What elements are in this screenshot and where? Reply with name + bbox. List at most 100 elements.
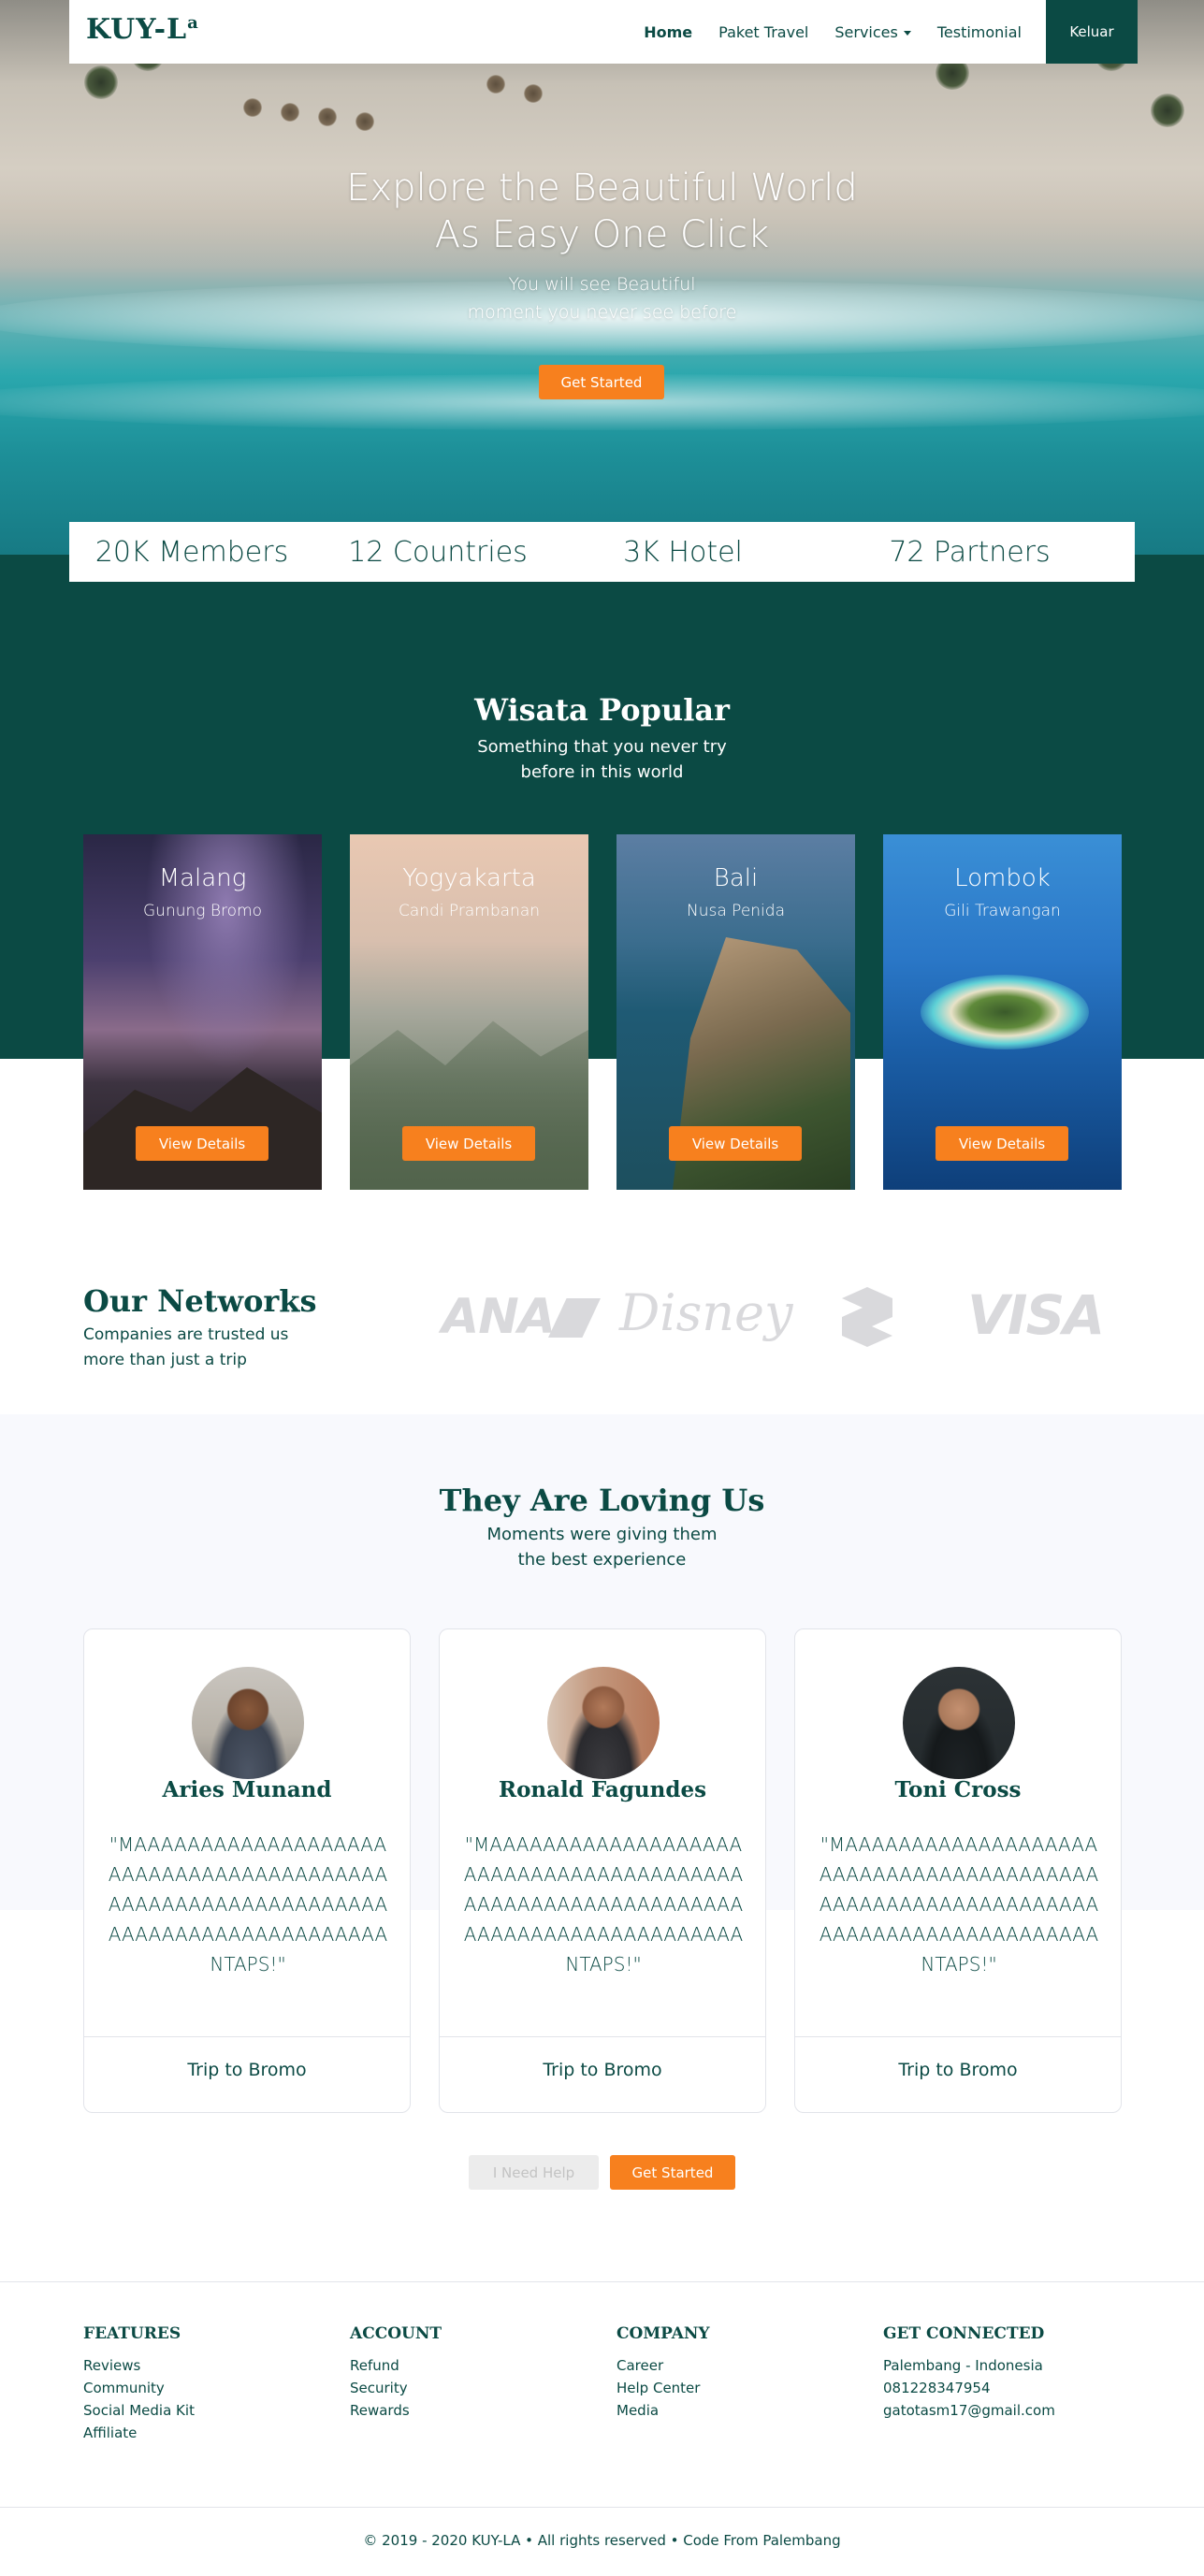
footer-column-company: COMPANY Career Help Center Media [617,2324,710,2422]
avatar [903,1667,1015,1779]
card-place: Gili Trawangan [944,902,1061,920]
testimonial-name: Aries Munand [162,1777,332,1802]
view-details-button[interactable]: View Details [669,1126,802,1161]
card-place: Candi Prambanan [398,902,541,920]
travel-card-lombok[interactable]: Lombok Gili Trawangan View Details [883,834,1122,1190]
testimonial-quote: "MAAAAAAAAAAAAAAAAAAAAAAAAAAAAAAAAAAAAAA… [463,1833,744,1975]
umbrella-decoration [318,108,337,126]
stat-partners: 72 Partners [889,535,1051,569]
footer-link[interactable]: Career [617,2354,710,2377]
card-city: Malang [158,864,247,892]
testimonial-quote: "MAAAAAAAAAAAAAAAAAAAAAAAAAAAAAAAAAAAAAA… [819,1833,1099,1975]
testimonial-name: Ronald Fagundes [498,1777,707,1802]
view-details-button[interactable]: View Details [936,1126,1068,1161]
card-place: Gunung Bromo [143,902,262,920]
avatar [192,1667,304,1779]
footer-link[interactable]: Security [350,2377,442,2399]
view-details-button[interactable]: View Details [402,1126,535,1161]
footer-column-title: COMPANY [617,2324,710,2343]
umbrella-decoration [281,103,299,122]
umbrella-decoration [524,84,543,103]
footer-link[interactable]: Media [617,2399,710,2422]
navbar: KUY-La Home Paket Travel Services Testim… [69,0,1138,64]
view-details-button[interactable]: View Details [136,1126,268,1161]
footer-link[interactable]: Community [83,2377,195,2399]
nav-link-services[interactable]: Services [821,23,923,41]
stat-hotel: 3K Hotel [623,535,743,569]
hero-section: Explore the Beautiful World As Easy One … [0,0,1204,555]
card-divider [440,2036,765,2037]
umbrella-decoration [486,75,505,94]
get-started-button[interactable]: Get Started [610,2155,735,2190]
brand-logo[interactable]: KUY-La [86,13,199,46]
avatar [547,1667,660,1779]
footer-link[interactable]: Rewards [350,2399,442,2422]
testimonial-quote: "MAAAAAAAAAAAAAAAAAAAAAAAAAAAAAAAAAAAAAA… [108,1833,388,1975]
ana-logo: ANA [442,1289,556,1345]
umbrella-decoration [243,98,262,117]
footer-column-title: FEATURES [83,2324,181,2343]
testimonial-name: Toni Cross [894,1777,1022,1802]
stat-countries: 12 Countries [348,535,528,569]
testimonial-card: Aries Munand "MAAAAAAAAAAAAAAAAAAAAAAAAA… [83,1628,411,2113]
palm-tree-decoration [1151,94,1184,127]
wisata-title: Wisata Popular [474,692,730,728]
card-city: Bali [713,864,759,892]
networks-subtitle: Companies are trusted us more than just … [83,1325,289,1369]
nav-link-home[interactable]: Home [631,23,705,41]
footer-contact[interactable]: gatotasm17@gmail.com [883,2399,1055,2422]
nav-link-testimonial[interactable]: Testimonial [924,23,1035,41]
disney-logo: Disney [619,1283,793,1342]
travel-card-malang[interactable]: Malang Gunung Bromo View Details [83,834,322,1190]
card-city: Yogyakarta [402,864,536,892]
card-place: Nusa Penida [687,902,785,920]
visa-logo: VISA [967,1283,1105,1347]
nav-link-paket-travel[interactable]: Paket Travel [705,23,821,41]
forest-image [350,1020,588,1190]
testimonial-trip: Trip to Bromo [543,2060,662,2080]
ana-logo-stripe [548,1298,601,1338]
testimonial-card: Ronald Fagundes "MAAAAAAAAAAAAAAAAAAAAAA… [439,1628,766,2113]
need-help-button[interactable]: I Need Help [469,2155,599,2190]
caret-down-icon [903,30,911,36]
wisata-subtitle: Something that you never try before in t… [477,737,727,782]
logout-button[interactable]: Keluar [1046,0,1138,64]
hero-get-started-button[interactable]: Get Started [539,365,664,399]
nav-links: Home Paket Travel Services Testimonial [631,0,1035,64]
footer-column-title: GET CONNECTED [883,2324,1045,2343]
stats-bar: 20K Members 12 Countries 3K Hotel 72 Par… [69,522,1135,582]
footer-divider [0,2281,1204,2282]
mountain-image [83,1067,322,1190]
testimonial-trip: Trip to Bromo [898,2060,1018,2080]
island-image [921,975,1089,1049]
testimonial-card: Toni Cross "MAAAAAAAAAAAAAAAAAAAAAAAAAAA… [794,1628,1122,2113]
footer-column-get-connected: GET CONNECTED Palembang - Indonesia 0812… [883,2324,1055,2422]
umbrella-decoration [355,112,374,131]
card-divider [795,2036,1121,2037]
footer-column-features: FEATURES Reviews Community Social Media … [83,2324,195,2444]
shield-logo-icon [842,1287,892,1347]
testimonials-title: They Are Loving Us [439,1483,765,1518]
footer-link[interactable]: Help Center [617,2377,710,2399]
footer-column-title: ACCOUNT [350,2324,442,2343]
footer-contact: Palembang - Indonesia [883,2357,1043,2374]
footer-contact[interactable]: 081228347954 [883,2377,1055,2399]
footer-column-account: ACCOUNT Refund Security Rewards [350,2324,442,2422]
hero-title: Explore the Beautiful World As Easy One … [346,166,858,256]
footer-bottom-divider [0,2507,1204,2508]
footer-link[interactable]: Affiliate [83,2422,195,2444]
copyright-text: © 2019 - 2020 KUY-LA • All rights reserv… [363,2532,841,2549]
testimonial-trip: Trip to Bromo [187,2060,307,2080]
footer-link[interactable]: Refund [350,2354,442,2377]
travel-card-yogyakarta[interactable]: Yogyakarta Candi Prambanan View Details [350,834,588,1190]
palm-tree-decoration [84,65,118,99]
card-city: Lombok [954,864,1051,892]
hero-subtitle: You will see Beautiful moment you never … [467,274,737,323]
footer-link[interactable]: Reviews [83,2354,195,2377]
stat-members: 20K Members [94,535,289,569]
testimonials-subtitle: Moments were giving them the best experi… [486,1525,718,1570]
travel-card-bali[interactable]: Bali Nusa Penida View Details [617,834,855,1190]
networks-title: Our Networks [83,1283,317,1319]
footer-link[interactable]: Social Media Kit [83,2399,195,2422]
card-divider [84,2036,410,2037]
